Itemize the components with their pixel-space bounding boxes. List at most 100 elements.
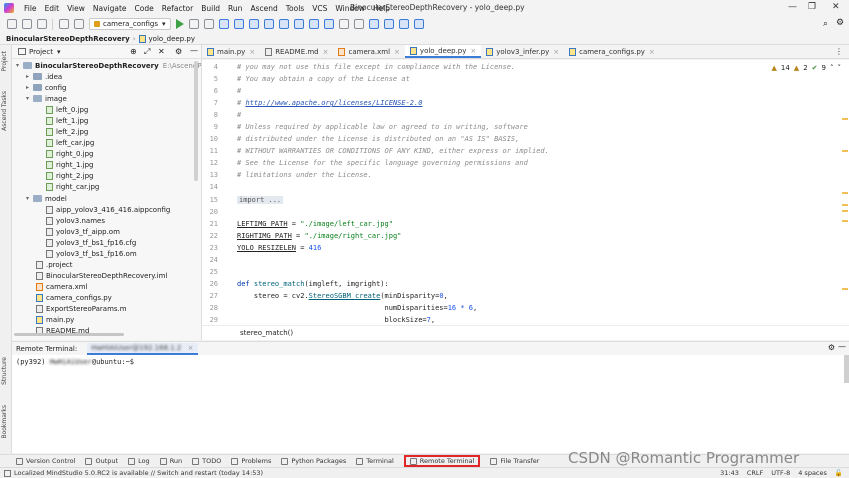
project-tool-tab[interactable]: Project bbox=[1, 51, 8, 72]
code-editor[interactable]: 4 5 6 7 8 9 10 11 12 13 14 15 20 21 22 2… bbox=[202, 60, 849, 325]
tab-camera-configs-py[interactable]: camera_configs.py × bbox=[564, 45, 660, 58]
tree-file[interactable]: BinocularStereoDepthRecovery.iml bbox=[36, 270, 167, 281]
tool-version-control[interactable]: Version Control bbox=[16, 457, 75, 465]
license-link[interactable]: http://www.apache.org/licenses/LICENSE-2… bbox=[245, 99, 422, 107]
tab-camera-xml[interactable]: camera.xml × bbox=[333, 45, 404, 58]
tab-yolov3-infer-py[interactable]: yolov3_infer.py × bbox=[481, 45, 564, 58]
operator-icon[interactable] bbox=[249, 19, 260, 29]
tree-file[interactable]: camera_configs.py bbox=[36, 292, 112, 303]
ascend-build-icon[interactable] bbox=[219, 19, 230, 29]
tree-folder-config[interactable]: ▸ config bbox=[26, 82, 66, 93]
tree-file[interactable]: yolov3_tf_bs1_fp16.cfg bbox=[46, 237, 136, 248]
tool-python-packages[interactable]: Python Packages bbox=[281, 457, 346, 465]
tool-problems[interactable]: Problems bbox=[231, 457, 271, 465]
tree-folder-idea[interactable]: ▸ .idea bbox=[26, 71, 62, 82]
terminal-scrollbar[interactable] bbox=[844, 355, 849, 383]
layout-icon[interactable] bbox=[4, 469, 11, 477]
lock-icon[interactable]: 🔓 bbox=[835, 469, 843, 477]
tools-icon[interactable] bbox=[339, 19, 350, 29]
sdk-manager-icon[interactable] bbox=[369, 19, 380, 29]
tool-remote-terminal[interactable]: Remote Terminal bbox=[403, 455, 481, 467]
menu-file[interactable]: File bbox=[20, 4, 41, 13]
menu-build[interactable]: Build bbox=[197, 4, 224, 13]
chevron-up-icon[interactable]: ˄ bbox=[830, 64, 834, 72]
tree-file[interactable]: yolov3_tf_bs1_fp16.om bbox=[46, 248, 137, 259]
gear-icon[interactable]: ⚙ bbox=[175, 47, 182, 56]
close-icon[interactable]: × bbox=[394, 48, 400, 56]
tool-todo[interactable]: TODO bbox=[192, 457, 221, 465]
forward-icon[interactable] bbox=[73, 19, 84, 29]
menu-refactor[interactable]: Refactor bbox=[158, 4, 197, 13]
tree-file[interactable]: right_2.jpg bbox=[46, 170, 93, 181]
caret-position[interactable]: 31:43 bbox=[720, 469, 739, 477]
search-icon[interactable]: ⌕ bbox=[823, 19, 828, 29]
deploy-icon[interactable] bbox=[264, 19, 275, 29]
tool-output[interactable]: Output bbox=[85, 457, 118, 465]
tree-file[interactable]: left_0.jpg bbox=[46, 104, 88, 115]
terminal-session-tab[interactable]: HwHiAiUser@192.168.1.2 × bbox=[87, 342, 198, 355]
ascend-tasks-tool-tab[interactable]: Ascend Tasks bbox=[1, 91, 8, 131]
chevron-down-icon[interactable]: ▾ bbox=[57, 48, 61, 56]
zoom-in-icon[interactable] bbox=[309, 19, 320, 29]
tool-log[interactable]: Log bbox=[128, 457, 150, 465]
tab-main-py[interactable]: main.py × bbox=[202, 45, 260, 58]
close-icon[interactable]: × bbox=[553, 48, 559, 56]
close-icon[interactable]: × bbox=[249, 48, 255, 56]
run-config-select[interactable]: camera_configs ▾ bbox=[89, 18, 171, 30]
tool-file-transfer[interactable]: File Transfer bbox=[490, 457, 539, 465]
back-icon[interactable] bbox=[58, 19, 69, 29]
menu-view[interactable]: View bbox=[63, 4, 89, 13]
hide-panel-icon[interactable]: — bbox=[190, 46, 198, 55]
migration-icon[interactable] bbox=[399, 19, 410, 29]
tree-file[interactable]: main.py bbox=[36, 314, 74, 325]
menu-ascend[interactable]: Ascend bbox=[246, 4, 281, 13]
tree-file[interactable]: left_2.jpg bbox=[46, 126, 88, 137]
tree-folder-model[interactable]: ▾ model bbox=[26, 193, 67, 204]
close-icon[interactable]: × bbox=[188, 344, 194, 352]
tree-file[interactable]: left_1.jpg bbox=[46, 115, 88, 126]
bookmarks-tool-tab[interactable]: Bookmarks bbox=[1, 405, 8, 439]
more-tabs-icon[interactable]: ⋮ bbox=[835, 47, 843, 56]
tree-file[interactable]: right_1.jpg bbox=[46, 159, 93, 170]
tool-terminal[interactable]: Terminal bbox=[356, 457, 394, 465]
minimize-icon[interactable]: — bbox=[788, 2, 797, 12]
terminal-output[interactable]: (py392) HwHiAiUser@ubuntu:~$ bbox=[12, 355, 849, 453]
settings-sync-icon[interactable] bbox=[414, 19, 425, 29]
tree-file[interactable]: left_car.jpg bbox=[46, 137, 94, 148]
tool-run[interactable]: Run bbox=[159, 457, 182, 465]
function-breadcrumb[interactable]: stereo_match() bbox=[240, 329, 293, 337]
tree-file[interactable]: aipp_yolov3_416_416.aippconfig bbox=[46, 204, 170, 215]
vertical-scrollbar[interactable] bbox=[194, 61, 198, 181]
sync-icon[interactable] bbox=[36, 19, 47, 29]
stop-icon[interactable] bbox=[204, 19, 215, 29]
tree-file[interactable]: camera.xml bbox=[36, 281, 88, 292]
run-icon[interactable] bbox=[176, 19, 185, 29]
inspection-widget[interactable]: ▲ 14 ▲ 2 ✔ 9 ˄ ˅ bbox=[771, 64, 841, 72]
device-manager-icon[interactable] bbox=[384, 19, 395, 29]
dump-icon[interactable] bbox=[354, 19, 365, 29]
menu-navigate[interactable]: Navigate bbox=[89, 4, 131, 13]
settings-icon[interactable]: ⚙ bbox=[836, 18, 844, 28]
editor-scrollbar[interactable] bbox=[841, 60, 849, 325]
open-icon[interactable] bbox=[6, 19, 17, 29]
breadcrumb-project[interactable]: BinocularStereoDepthRecovery bbox=[6, 35, 130, 43]
tab-yolo-deep-py[interactable]: yolo_deep.py × bbox=[404, 45, 482, 58]
tree-file[interactable]: ExportStereoParams.m bbox=[36, 303, 127, 314]
project-panel-title[interactable]: Project bbox=[29, 48, 53, 56]
model-converter-icon[interactable] bbox=[234, 19, 245, 29]
structure-tool-tab[interactable]: Structure bbox=[1, 357, 8, 385]
menu-tools[interactable]: Tools bbox=[282, 4, 308, 13]
gear-icon[interactable]: ⚙ bbox=[828, 343, 835, 352]
maximize-icon[interactable]: ❐ bbox=[808, 2, 816, 12]
menu-run[interactable]: Run bbox=[224, 4, 246, 13]
menu-code[interactable]: Code bbox=[131, 4, 158, 13]
indent-setting[interactable]: 4 spaces bbox=[798, 469, 827, 477]
tree-folder-image[interactable]: ▾ image bbox=[26, 93, 67, 104]
tree-file[interactable]: yolov3.names bbox=[46, 215, 105, 226]
folded-imports[interactable]: import ... bbox=[237, 196, 284, 204]
close-icon[interactable]: ✕ bbox=[832, 2, 840, 12]
breadcrumb-file[interactable]: yolo_deep.py bbox=[149, 35, 195, 43]
profiler-icon[interactable] bbox=[279, 19, 290, 29]
collapse-all-icon[interactable]: ✕ bbox=[158, 47, 165, 56]
tree-file[interactable]: right_0.jpg bbox=[46, 148, 93, 159]
